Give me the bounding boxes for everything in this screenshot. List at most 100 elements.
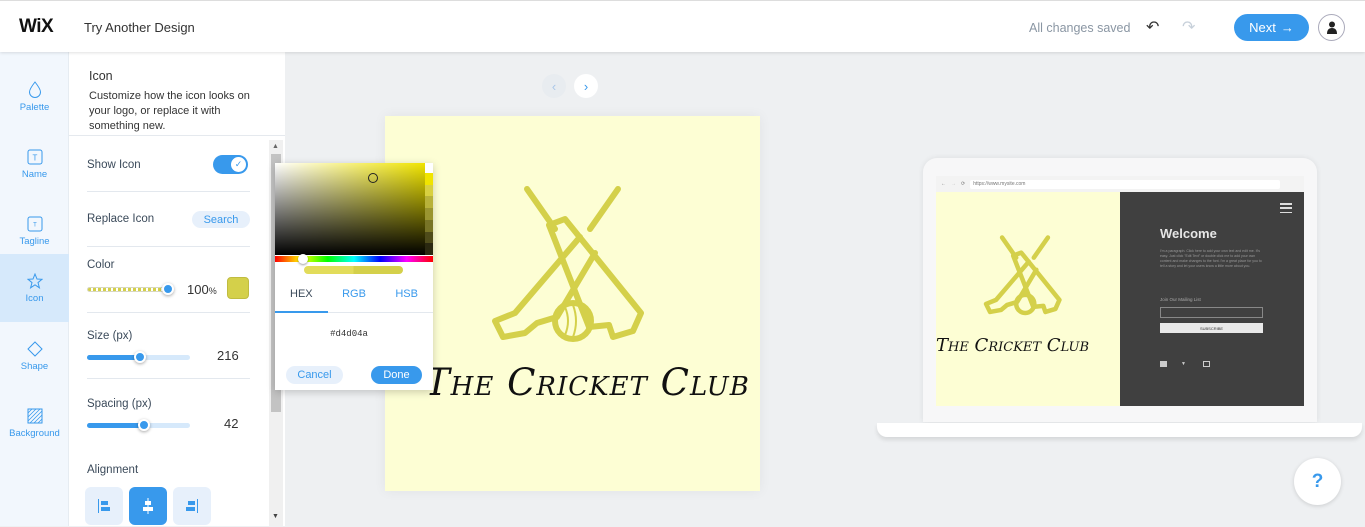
icon-settings-panel: Icon Customize how the icon looks on you…: [69, 52, 285, 526]
nav-label: Shape: [20, 360, 49, 372]
nav-label: Palette: [19, 101, 50, 113]
undo-icon[interactable]: ↶: [1146, 17, 1159, 37]
previous-design-button[interactable]: ‹: [542, 74, 566, 98]
nav-item-icon[interactable]: Icon: [0, 254, 69, 322]
color-shade-swatch[interactable]: [425, 219, 433, 232]
cancel-button[interactable]: Cancel: [286, 366, 343, 384]
save-status: All changes saved: [1029, 21, 1131, 35]
color-shade-swatch[interactable]: [425, 173, 433, 185]
color-shades: [425, 173, 433, 256]
preview-welcome: Welcome: [1160, 226, 1217, 241]
spacing-slider-fill: [87, 423, 144, 428]
star-icon: [26, 272, 43, 289]
droplet-icon: [27, 81, 43, 98]
svg-text:T: T: [32, 153, 37, 162]
color-shade-swatch[interactable]: [425, 208, 433, 220]
align-center-icon: [143, 498, 153, 514]
left-nav: Palette T Name T Tagline Icon Shape Back…: [0, 52, 69, 526]
nav-item-palette[interactable]: Palette: [0, 63, 69, 131]
check-icon: ✓: [231, 157, 246, 172]
show-icon-toggle[interactable]: ✓: [213, 155, 248, 174]
scroll-down-icon[interactable]: ▼: [272, 513, 279, 520]
align-left-button[interactable]: [85, 487, 123, 525]
color-label: Color: [87, 259, 115, 271]
help-button[interactable]: ?: [1294, 458, 1341, 505]
replace-icon-row: Replace Icon Search: [87, 211, 250, 247]
align-right-button[interactable]: [173, 487, 211, 525]
next-button[interactable]: Next →: [1234, 14, 1309, 41]
cricket-bats-icon[interactable]: [485, 181, 660, 346]
search-icon-button[interactable]: Search: [192, 211, 250, 228]
size-row: Size (px) 216: [87, 330, 250, 379]
show-icon-row: Show Icon ✓: [87, 155, 250, 192]
tab-hsb[interactable]: HSB: [380, 281, 433, 312]
align-left-icon: [98, 499, 110, 513]
nav-label: Name: [21, 168, 48, 180]
opacity-slider[interactable]: [87, 283, 174, 295]
page-title: Try Another Design: [84, 20, 195, 35]
next-label: Next: [1249, 20, 1276, 35]
mini-brand-name: The Cricket Club: [936, 335, 1089, 356]
nav-item-background[interactable]: Background: [0, 389, 69, 457]
arrow-right-icon: →: [1280, 20, 1294, 35]
color-picker-popup: HEX RGB HSB #d4d04a Cancel Done: [275, 163, 433, 390]
svg-text:T: T: [33, 222, 37, 228]
done-button[interactable]: Done: [371, 366, 422, 384]
spacing-label: Spacing (px): [87, 398, 152, 410]
url-field: https://www.mysite.com: [970, 179, 1281, 189]
spacing-slider-thumb[interactable]: [137, 419, 150, 431]
saturation-brightness-area[interactable]: [275, 163, 425, 255]
tab-rgb[interactable]: RGB: [328, 281, 381, 312]
show-icon-label: Show Icon: [87, 159, 141, 171]
user-icon: [1326, 21, 1337, 34]
scroll-up-icon[interactable]: ▲: [272, 143, 279, 150]
preview-mailing-list: Join Our Mailing List: [1160, 297, 1201, 302]
forward-icon: →: [951, 181, 956, 187]
chevron-left-icon: ‹: [551, 78, 557, 94]
redo-icon[interactable]: ↷: [1182, 17, 1195, 37]
alignment-options: [85, 487, 255, 527]
size-slider-thumb[interactable]: [133, 351, 146, 363]
logo-canvas[interactable]: The Cricket Club: [385, 116, 760, 491]
color-shade-swatch[interactable]: [425, 196, 433, 209]
reload-icon: ⟳: [961, 181, 966, 187]
color-shade-swatch[interactable]: [425, 184, 433, 197]
text-icon: T: [27, 149, 43, 165]
color-swatch[interactable]: [227, 277, 249, 299]
user-avatar[interactable]: [1318, 14, 1345, 41]
opacity-slider-thumb[interactable]: [162, 283, 174, 295]
color-cursor[interactable]: [368, 173, 378, 183]
nav-item-name[interactable]: T Name: [0, 130, 69, 198]
preview-logo-area: The Cricket Club: [936, 192, 1120, 406]
panel-header: Icon Customize how the icon looks on you…: [69, 52, 285, 136]
alignment-label: Alignment: [87, 464, 139, 476]
nav-item-shape[interactable]: Shape: [0, 322, 69, 390]
size-value: 216: [217, 348, 239, 363]
preview-content-area: Welcome I'm a paragraph. Click here to a…: [1120, 192, 1304, 406]
spacing-slider[interactable]: [87, 419, 190, 431]
align-center-button[interactable]: [129, 487, 167, 525]
hue-slider-thumb[interactable]: [298, 254, 308, 264]
hex-input[interactable]: #d4d04a: [275, 329, 423, 339]
preview-screen: ← → ⟳ https://www.mysite.com The Cricket…: [936, 176, 1304, 406]
spacing-value: 42: [224, 416, 239, 431]
laptop-base: [877, 423, 1362, 437]
color-format-tabs: HEX RGB HSB: [275, 281, 433, 313]
size-slider[interactable]: [87, 351, 190, 363]
color-row: Color 100%: [87, 259, 250, 313]
brand-name-text[interactable]: The Cricket Club: [425, 361, 750, 404]
panel-title: Icon: [89, 69, 113, 83]
mini-cricket-bats-icon: [983, 235, 1062, 316]
top-bar: WiX Try Another Design All changes saved…: [0, 0, 1365, 52]
color-shade-swatch[interactable]: [425, 231, 433, 244]
wix-logo[interactable]: WiX: [19, 16, 54, 38]
preview-paragraph: I'm a paragraph. Click here to add your …: [1160, 249, 1262, 268]
next-design-button[interactable]: ›: [574, 74, 598, 98]
mail-icon: [1203, 361, 1210, 367]
browser-bar: ← → ⟳ https://www.mysite.com: [936, 176, 1304, 192]
tab-hex[interactable]: HEX: [275, 281, 328, 313]
alignment-row: Alignment: [85, 464, 250, 526]
color-shade-swatch[interactable]: [425, 243, 433, 256]
size-label: Size (px): [87, 330, 133, 342]
panel-description: Customize how the icon looks on your log…: [89, 90, 250, 132]
